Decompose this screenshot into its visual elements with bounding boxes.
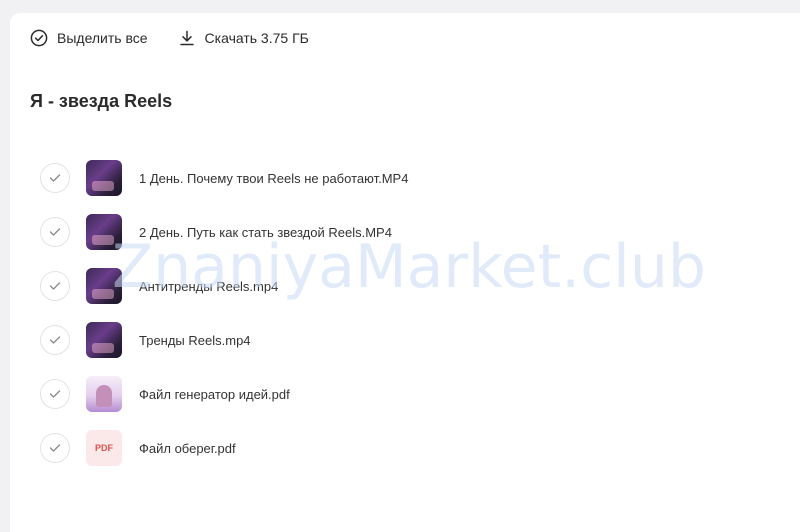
file-panel: Выделить все Скачать 3.75 ГБ Я - звезда … xyxy=(10,13,800,532)
file-checkbox[interactable] xyxy=(40,379,70,409)
check-icon xyxy=(49,390,61,398)
check-icon xyxy=(49,228,61,236)
file-checkbox[interactable] xyxy=(40,325,70,355)
download-label: Скачать 3.75 ГБ xyxy=(204,30,309,46)
select-all-label: Выделить все xyxy=(57,30,148,46)
file-checkbox[interactable] xyxy=(40,271,70,301)
toolbar: Выделить все Скачать 3.75 ГБ xyxy=(30,27,309,49)
video-thumbnail xyxy=(86,322,122,358)
check-icon xyxy=(49,282,61,290)
download-icon xyxy=(178,29,196,47)
file-name[interactable]: Тренды Reels.mp4 xyxy=(139,333,251,348)
select-all-button[interactable]: Выделить все xyxy=(30,29,148,47)
file-checkbox[interactable] xyxy=(40,433,70,463)
top-bar xyxy=(0,0,800,12)
document-thumbnail xyxy=(86,376,122,412)
file-row[interactable]: PDF Файл оберег.pdf xyxy=(40,421,560,475)
file-checkbox[interactable] xyxy=(40,163,70,193)
video-thumbnail xyxy=(86,160,122,196)
file-name[interactable]: Файл генератор идей.pdf xyxy=(139,387,290,402)
file-list: 1 День. Почему твои Reels не работают.MP… xyxy=(40,151,560,475)
check-icon xyxy=(49,336,61,344)
file-row[interactable]: Антитренды Reels.mp4 xyxy=(40,259,560,313)
pdf-file-icon: PDF xyxy=(86,430,122,466)
file-row[interactable]: Файл генератор идей.pdf xyxy=(40,367,560,421)
check-circle-icon xyxy=(30,29,48,47)
video-thumbnail xyxy=(86,214,122,250)
file-name[interactable]: 1 День. Почему твои Reels не работают.MP… xyxy=(139,171,408,186)
file-checkbox[interactable] xyxy=(40,217,70,247)
file-row[interactable]: 1 День. Почему твои Reels не работают.MP… xyxy=(40,151,560,205)
folder-title: Я - звезда Reels xyxy=(30,91,173,111)
file-name[interactable]: Файл оберег.pdf xyxy=(139,441,236,456)
check-icon xyxy=(49,174,61,182)
download-button[interactable]: Скачать 3.75 ГБ xyxy=(178,29,309,47)
video-thumbnail xyxy=(86,268,122,304)
file-name[interactable]: 2 День. Путь как стать звездой Reels.MP4 xyxy=(139,225,392,240)
file-row[interactable]: Тренды Reels.mp4 xyxy=(40,313,560,367)
check-icon xyxy=(49,444,61,452)
file-row[interactable]: 2 День. Путь как стать звездой Reels.MP4 xyxy=(40,205,560,259)
file-name[interactable]: Антитренды Reels.mp4 xyxy=(139,279,278,294)
